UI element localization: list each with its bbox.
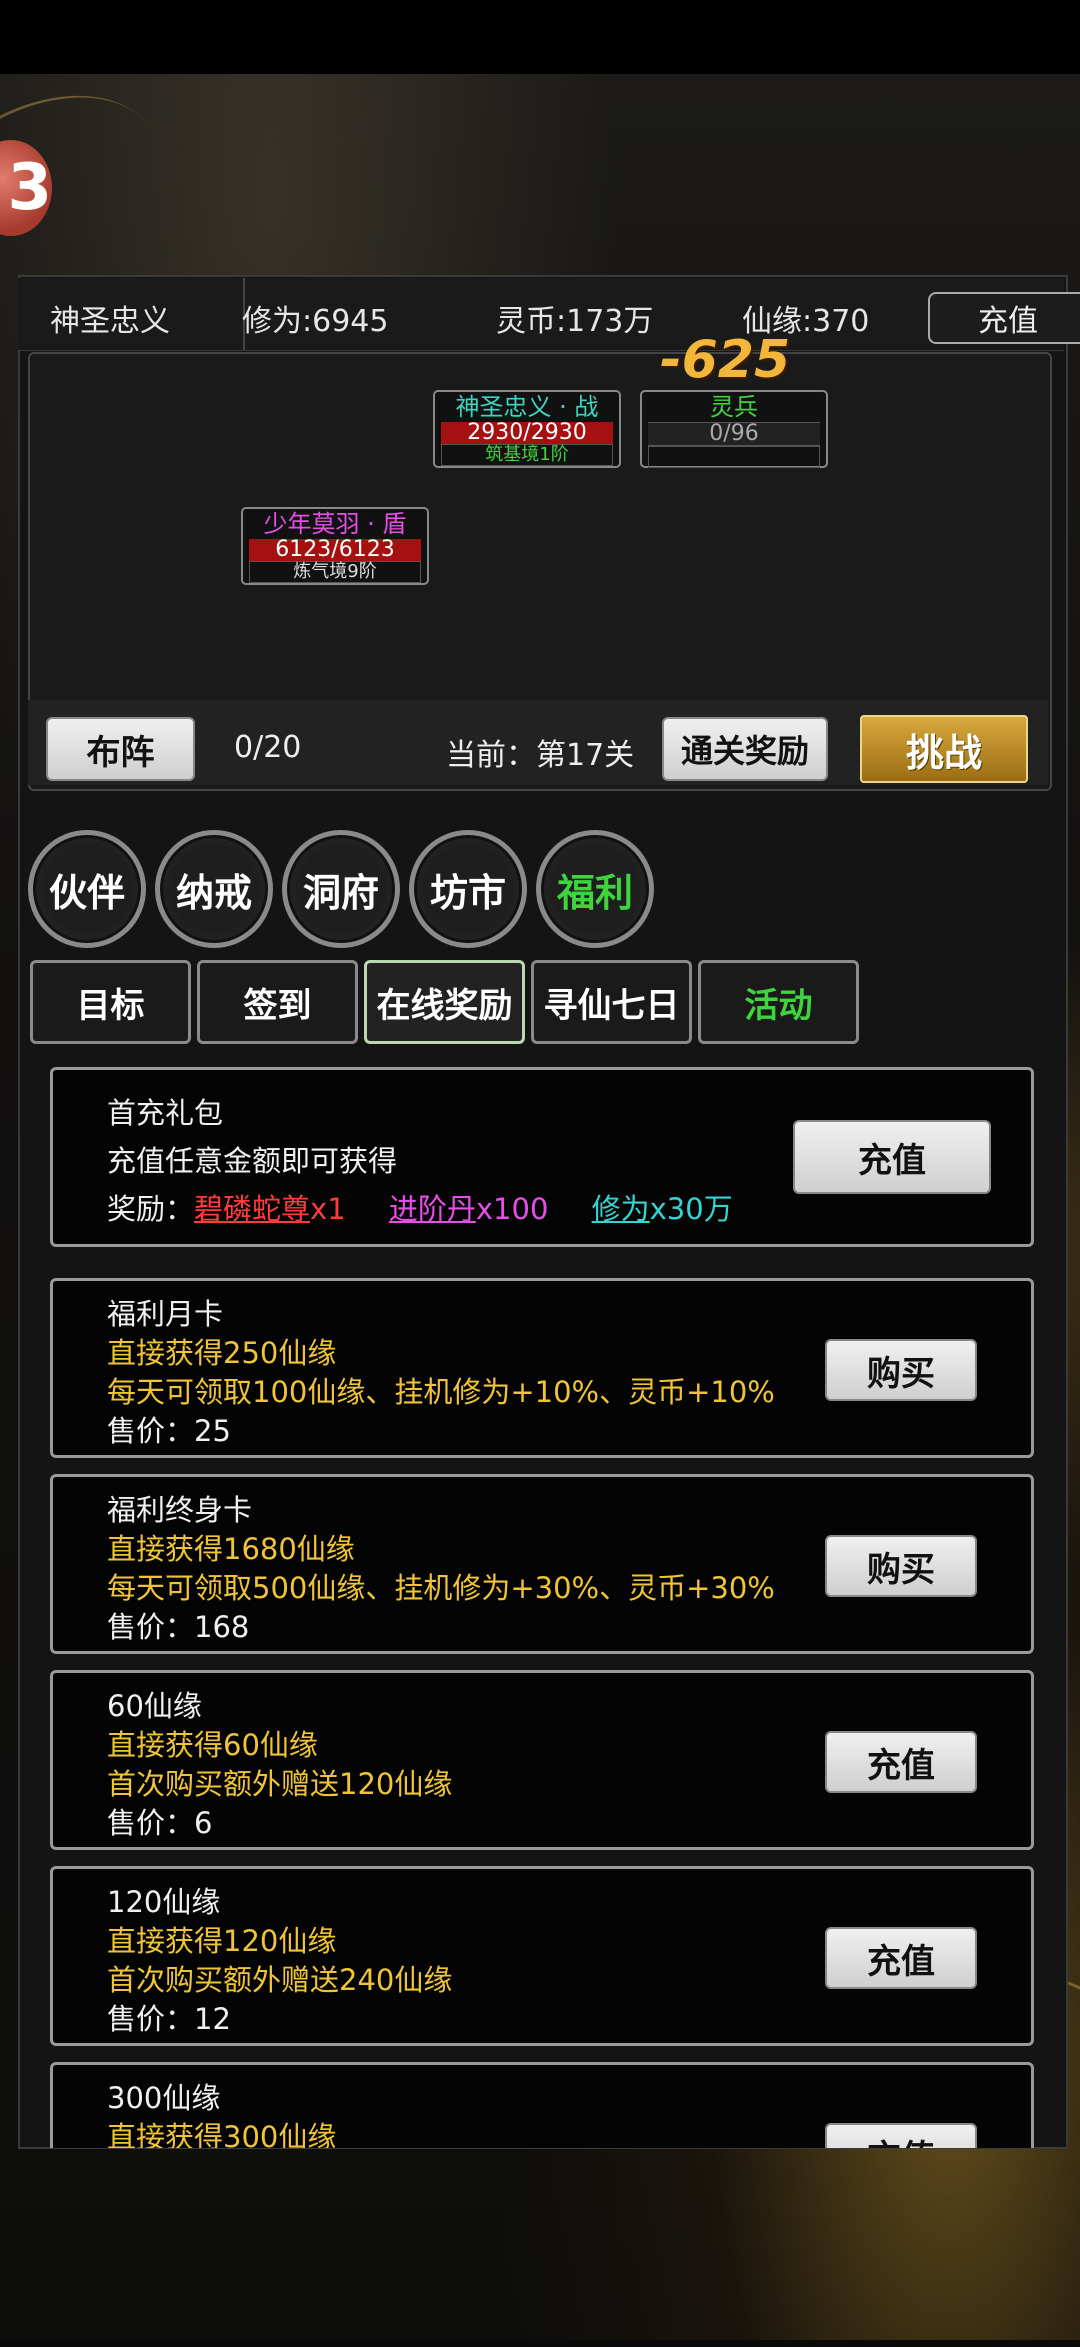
reward-item-pill[interactable]: 进阶丹 (389, 1192, 476, 1226)
welfare-card: 福利月卡 直接获得250仙缘 每天可领取100仙缘、挂机修为+10%、灵币+10… (50, 1278, 1034, 1458)
tab-ring[interactable]: 纳戒 (155, 830, 273, 948)
card-line1: 直接获得300仙缘 (107, 2120, 337, 2148)
welfare-card: 60仙缘 直接获得60仙缘 首次购买额外赠送120仙缘 售价：6 充值 (50, 1670, 1034, 1850)
subtab-checkin[interactable]: 签到 (197, 960, 358, 1044)
card-line1: 直接获得250仙缘 (107, 1336, 337, 1370)
cultivation-stat: 修为:6945 (242, 304, 389, 339)
card-clip: 300仙缘 直接获得300仙缘 充值 (18, 2060, 1064, 2148)
enemy-unit[interactable]: 灵兵 0/96 (640, 390, 828, 468)
subtab-activity[interactable]: 活动 (698, 960, 859, 1044)
reward-line: 奖励：碧磷蛇尊x1 进阶丹x100 修为x30万 (107, 1186, 733, 1228)
card-line2: 首次购买额外赠送120仙缘 (107, 1767, 453, 1801)
formation-button[interactable]: 布阵 (46, 717, 195, 781)
card-title: 60仙缘 (107, 1689, 202, 1723)
player-name: 神圣忠义 (50, 304, 170, 339)
first-recharge-card: 首充礼包 充值任意金额即可获得 奖励：碧磷蛇尊x1 进阶丹x100 修为x30万… (50, 1067, 1034, 1247)
subtab-goal[interactable]: 目标 (30, 960, 191, 1044)
welfare-card: 福利终身卡 直接获得1680仙缘 每天可领取500仙缘、挂机修为+30%、灵币+… (50, 1474, 1034, 1654)
card-line2: 首次购买额外赠送240仙缘 (107, 1963, 453, 1997)
stage-progress: 0/20 (234, 730, 302, 765)
clear-reward-button[interactable]: 通关奖励 (662, 717, 828, 781)
card-line1: 直接获得1680仙缘 (107, 1532, 355, 1566)
card-desc: 充值任意金额即可获得 (107, 1144, 398, 1178)
recharge-button[interactable]: 充值 (928, 292, 1080, 344)
reward-item-snake[interactable]: 碧磷蛇尊 (194, 1192, 310, 1226)
card-price: 售价：12 (107, 2002, 231, 2036)
ally-name: 神圣忠义 · 战 (455, 393, 599, 421)
partner-unit[interactable]: 少年莫羽 · 盾 6123/6123 炼气境9阶 (241, 507, 429, 585)
enemy-rank (648, 446, 820, 468)
enemy-hp-bar: 0/96 (648, 422, 820, 446)
tab-partner[interactable]: 伙伴 (28, 830, 146, 948)
current-level: 当前：第17关 (446, 738, 635, 773)
challenge-button[interactable]: 挑战 (860, 715, 1028, 783)
tab-market[interactable]: 坊市 (409, 830, 527, 948)
card-line2: 每天可领取500仙缘、挂机修为+30%、灵币+30% (107, 1571, 775, 1605)
card-line1: 直接获得60仙缘 (107, 1728, 318, 1762)
ally-rank: 筑基境1阶 (441, 444, 613, 466)
tab-cave[interactable]: 洞府 (282, 830, 400, 948)
enemy-name: 灵兵 (710, 393, 758, 421)
tab-welfare[interactable]: 福利 (536, 830, 654, 948)
subtab-seven-days[interactable]: 寻仙七日 (531, 960, 692, 1044)
card-title: 300仙缘 (107, 2081, 221, 2115)
reward-item-cultivation[interactable]: 修为 (592, 1192, 650, 1226)
buy-button[interactable]: 购买 (825, 1339, 977, 1401)
reward-prefix: 奖励： (107, 1192, 195, 1226)
card-title: 首充礼包 (107, 1096, 224, 1130)
card-price: 售价：168 (107, 1610, 250, 1644)
partner-name: 少年莫羽 · 盾 (263, 510, 407, 538)
partner-rank: 炼气境9阶 (249, 561, 421, 583)
card-title: 福利月卡 (107, 1297, 224, 1331)
damage-number: -625 (660, 330, 791, 390)
recharge-button[interactable]: 充值 (825, 1731, 977, 1793)
welfare-card: 300仙缘 直接获得300仙缘 充值 (50, 2062, 1034, 2148)
card-line2: 每天可领取100仙缘、挂机修为+10%、灵币+10% (107, 1375, 775, 1409)
stats-bar: 神圣忠义 修为:6945 灵币:173万 仙缘:370 (18, 278, 1064, 351)
reward-qty: x30万 (649, 1192, 733, 1226)
ally-hp-bar: 2930/2930 (441, 422, 613, 444)
avatar-badge[interactable]: 3 (0, 140, 52, 236)
recharge-button[interactable]: 充值 (825, 2123, 977, 2148)
ally-unit[interactable]: 神圣忠义 · 战 2930/2930 筑基境1阶 (433, 390, 621, 468)
subtab-online-reward[interactable]: 在线奖励 (364, 960, 525, 1044)
reward-qty: x100 (475, 1192, 549, 1226)
buy-button[interactable]: 购买 (825, 1535, 977, 1597)
welfare-card: 120仙缘 直接获得120仙缘 首次购买额外赠送240仙缘 售价：12 充值 (50, 1866, 1034, 2046)
card-title: 120仙缘 (107, 1885, 221, 1919)
status-bar (0, 0, 1080, 74)
spirit-coin-stat: 灵币:173万 (496, 304, 654, 339)
reward-qty: x1 (310, 1192, 346, 1226)
card-price: 售价：25 (107, 1414, 231, 1448)
card-line1: 直接获得120仙缘 (107, 1924, 337, 1958)
card-title: 福利终身卡 (107, 1493, 253, 1527)
card-price: 售价：6 (107, 1806, 213, 1840)
partner-hp-bar: 6123/6123 (249, 539, 421, 561)
first-recharge-button[interactable]: 充值 (793, 1120, 991, 1194)
recharge-button[interactable]: 充值 (825, 1927, 977, 1989)
